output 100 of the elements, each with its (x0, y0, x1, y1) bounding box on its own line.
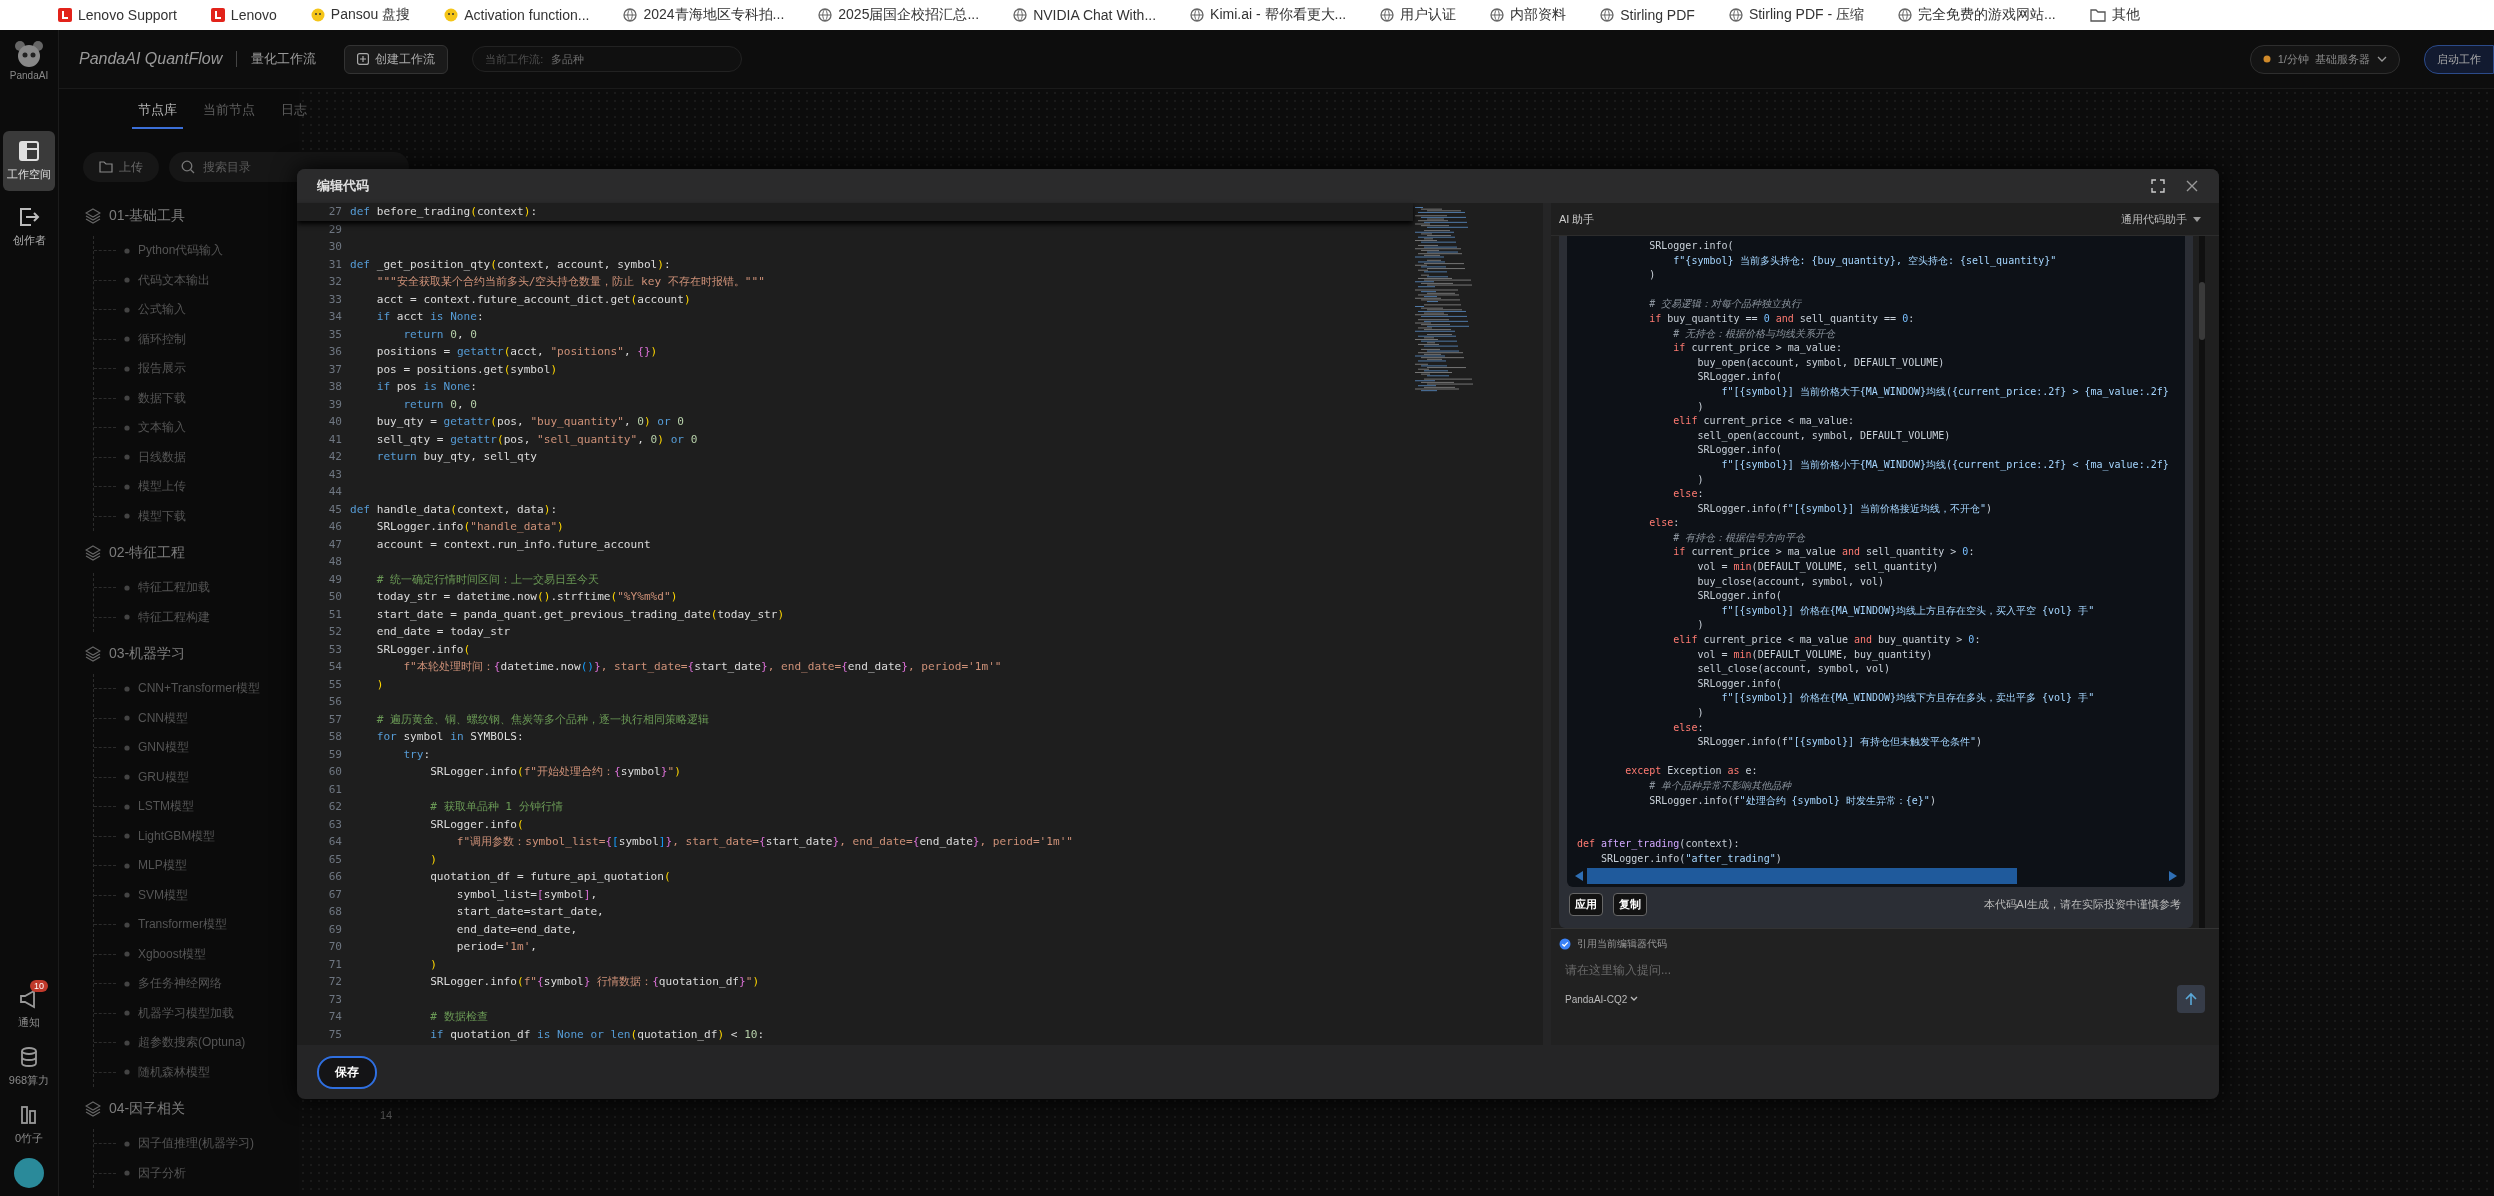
apply-button[interactable]: 应用 (1569, 893, 1603, 916)
tree-item[interactable]: 特征工程构建 (138, 608, 210, 626)
code-line: ) (1696, 707, 1704, 718)
tree-item[interactable]: CNN+Transformer模型 (138, 680, 260, 698)
globe-icon (623, 8, 638, 22)
avatar[interactable] (14, 1158, 44, 1188)
tree-item[interactable]: 数据下载 (138, 389, 186, 407)
send-button[interactable] (2177, 985, 2205, 1013)
checkbox-label: 引用当前编辑器代码 (1577, 937, 1667, 951)
code-editor[interactable] (297, 203, 1543, 1045)
tree-item[interactable]: 模型下载 (138, 507, 186, 525)
bookmark-link[interactable]: 用户认证 (1400, 6, 1457, 24)
line-number: 72 (327, 974, 343, 990)
tree-item[interactable]: LSTM模型 (138, 798, 194, 816)
tree-item[interactable]: 因子值推理(机器学习) (138, 1135, 254, 1153)
tree-item[interactable]: 循环控制 (138, 330, 186, 348)
tree-item[interactable]: 日线数据 (138, 448, 186, 466)
tree-item[interactable]: CNN模型 (138, 709, 188, 727)
start-button[interactable]: 启动工作 (2424, 44, 2494, 74)
server-dropdown[interactable]: 1/分钟 基础服务器 (2249, 44, 2400, 74)
dot-icon (124, 1039, 130, 1046)
model-dropdown[interactable]: PandaAI-CQ2 (1559, 993, 1645, 1005)
code-line: f"[{symbol}] 价格在{MA_WINDOW}均线上方且存在空头，买入平空 {vol} 手" (1720, 604, 2095, 616)
left-arrow-icon (1575, 871, 1583, 881)
code-line: quotation_df = future_api_quotation( (429, 869, 671, 885)
bookmark-link[interactable]: 2025届国企校招汇总... (838, 6, 980, 24)
line-number: 54 (327, 659, 343, 675)
bookmark-link[interactable]: Lenovo Support (78, 7, 177, 23)
code-line: end_date = today_str (375, 624, 511, 640)
tree-item[interactable]: GRU模型 (138, 768, 189, 786)
copy-button[interactable]: 复制 (1613, 893, 1647, 916)
line-number: 30 (327, 239, 343, 255)
create-workflow-button[interactable]: 创建工作流 (344, 44, 449, 74)
line-number: 57 (327, 711, 343, 728)
globe-icon (1013, 8, 1028, 22)
bookmark-link[interactable]: Lenovo (230, 7, 277, 23)
tree-item[interactable]: 公式输入 (138, 301, 186, 319)
bookmark-link[interactable]: 内部资料 (1510, 6, 1567, 24)
tree-item[interactable]: 机器学习模型加载 (138, 1004, 234, 1022)
line-number: 55 (327, 676, 343, 693)
rail-item[interactable]: 工作空间 (3, 131, 55, 191)
tree-item[interactable]: GNN模型 (138, 739, 189, 757)
code-line: start_date=start_date, (455, 904, 604, 920)
tree-item[interactable]: 代码文本输出 (138, 271, 210, 289)
line-number: 60 (327, 764, 343, 780)
code-line: SRLogger.info(f"[{symbol}] 有持仓但未触发平仓条件") (1696, 736, 1983, 748)
scrollbar[interactable] (2199, 236, 2205, 928)
tree-group[interactable]: 02-特征工程 (85, 539, 299, 567)
logo-icon (210, 8, 225, 22)
bookmark-link[interactable]: Pansou 盘搜 (330, 6, 411, 24)
tree-item[interactable]: LightGBM模型 (138, 827, 216, 845)
line-number: 31 (327, 256, 343, 273)
tab[interactable]: 当前节点 (197, 92, 261, 129)
tab[interactable]: 日志 (275, 92, 313, 129)
code-line: SRLogger.info( (1696, 590, 1782, 602)
code-line: buy_open(account, symbol, DEFAULT_VOLUME) (1696, 356, 1945, 368)
mode-dropdown[interactable]: 通用代码助手 (2115, 210, 2207, 228)
tree-item[interactable]: 因子分析 (138, 1164, 186, 1182)
bookmark-link[interactable]: Stirling PDF (1620, 7, 1695, 23)
code-line: else: (1648, 517, 1680, 529)
tree-group[interactable]: 03-机器学习 (85, 640, 299, 668)
tree-group[interactable]: 01-基础工具 (85, 202, 299, 230)
tree-item[interactable]: SVM模型 (138, 886, 188, 904)
tree-item[interactable]: MLP模型 (138, 857, 187, 875)
bookmark-link[interactable]: 2024青海地区专科拍... (643, 6, 785, 24)
tree-item[interactable]: 特征工程加载 (138, 579, 210, 597)
chevron-icon (2377, 56, 2387, 62)
layers-icon (85, 646, 101, 662)
bookmark-link[interactable]: NVIDIA Chat With... (1033, 7, 1157, 23)
prompt-input[interactable]: 请在这里输入提问... (1559, 955, 2205, 985)
folder-icon (99, 161, 113, 173)
rail-item[interactable]: 968算力 (3, 1040, 55, 1094)
tree-item[interactable]: 文本输入 (138, 419, 186, 437)
bookmark-link[interactable]: 其他 (2111, 6, 2140, 24)
tree-item[interactable]: 多任务神经网络 (138, 975, 222, 993)
dot-icon (124, 247, 130, 254)
code-line: sell_open(account, symbol, DEFAULT_VOLUME) (1696, 429, 1951, 441)
bookmark-link[interactable]: 完全免费的游戏网站... (1918, 6, 2056, 24)
code-line: buy_qty = getattr(pos, "buy_quantity", 0) or 0 (375, 414, 685, 430)
tree-item[interactable]: Python代码输入 (138, 242, 224, 260)
bookmark-link[interactable]: Activation function... (464, 7, 590, 23)
up-arrow-icon (2184, 992, 2198, 1006)
tree-item[interactable]: 超参数搜索(Optuna) (138, 1034, 246, 1052)
code-line: vol = min(DEFAULT_VOLUME, sell_quantity) (1696, 561, 1939, 573)
save-button[interactable]: 保存 (317, 1055, 377, 1089)
tree-item[interactable]: Transformer模型 (138, 916, 227, 934)
tree-item[interactable]: 随机森林模型 (138, 1063, 210, 1081)
checkbox[interactable] (1559, 938, 1571, 950)
bookmark-link[interactable]: Kimi.ai - 帮你看更大... (1210, 6, 1347, 24)
tree-item[interactable]: 报告展示 (138, 360, 186, 378)
rail-item[interactable]: 创作者 (3, 197, 55, 257)
tree-item[interactable]: Xgboost模型 (138, 945, 207, 963)
tab[interactable]: 节点库 (132, 92, 183, 129)
bookmark-link[interactable]: Stirling PDF - 压缩 (1748, 6, 1864, 24)
tree-group[interactable]: 04-因子相关 (85, 1095, 299, 1123)
code-line: return 0, 0 (402, 326, 477, 343)
rail-item[interactable]: 10 通知 (3, 982, 55, 1036)
rail-item[interactable]: 0竹子 (3, 1098, 55, 1152)
dot-icon (124, 614, 130, 621)
upload-button[interactable]: 上传 (83, 152, 159, 182)
